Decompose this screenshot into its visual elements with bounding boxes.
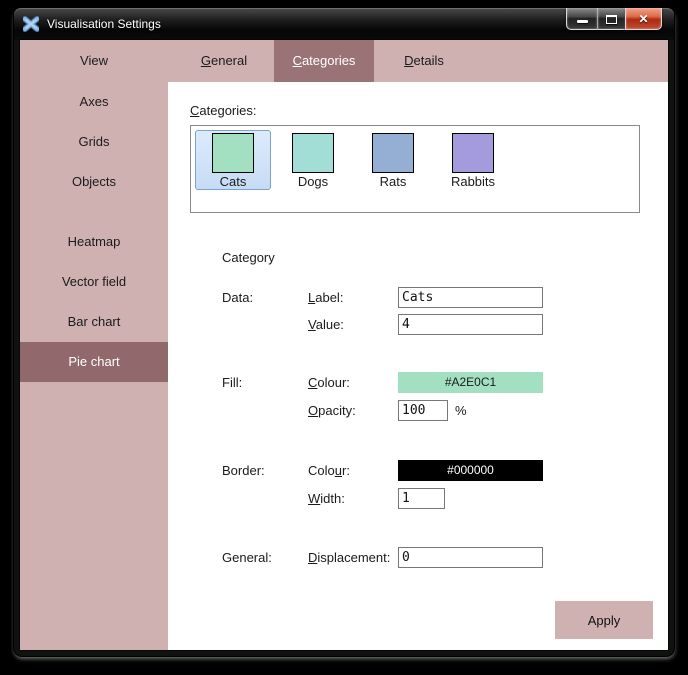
fill-colour-label: Colour: — [308, 372, 350, 393]
displacement-input[interactable] — [398, 547, 543, 568]
displacement-field-label: Displacement: — [308, 547, 390, 568]
maximize-button[interactable] — [598, 8, 625, 30]
tab-categories[interactable]: Categories — [274, 40, 374, 82]
sidebar-item-vector-field[interactable]: Vector field — [20, 262, 168, 302]
category-item-label: Rats — [380, 174, 407, 189]
category-swatch — [452, 133, 494, 173]
label-field-label: Label: — [308, 287, 343, 308]
window-title: Visualisation Settings — [47, 17, 161, 31]
app-icon[interactable] — [23, 16, 39, 32]
apply-button[interactable]: Apply — [555, 601, 653, 639]
category-item-label: Dogs — [298, 174, 328, 189]
category-item-rabbits[interactable]: Rabbits — [435, 130, 511, 190]
close-button[interactable]: ✕ — [625, 8, 662, 30]
label-input[interactable] — [398, 287, 543, 308]
fill-group-label: Fill: — [222, 372, 242, 393]
category-swatch — [372, 133, 414, 173]
category-item-dogs[interactable]: Dogs — [275, 130, 351, 190]
category-item-cats[interactable]: Cats — [195, 130, 271, 190]
sidebar: AxesGridsObjects HeatmapVector fieldBar c… — [20, 82, 168, 650]
tab-details[interactable]: Details — [374, 40, 474, 82]
minimize-button[interactable] — [566, 8, 598, 30]
maximize-icon — [606, 15, 617, 24]
dialog-client-area: ViewGeneralCategoriesDetails AxesGridsOb… — [20, 40, 668, 650]
value-input[interactable] — [398, 314, 543, 335]
opacity-field-label: Opacity: — [308, 400, 356, 421]
sidebar-item-bar-chart[interactable]: Bar chart — [20, 302, 168, 342]
close-icon: ✕ — [638, 13, 648, 25]
fill-colour-button[interactable]: #A2E0C1 — [398, 372, 543, 393]
tab-bar: ViewGeneralCategoriesDetails — [20, 40, 668, 82]
category-swatch — [212, 133, 254, 173]
category-item-rats[interactable]: Rats — [355, 130, 431, 190]
window: Visualisation Settings ✕ ViewGeneralCate… — [14, 8, 674, 656]
categories-label: Categories: — [190, 103, 256, 118]
minimize-icon — [577, 20, 588, 23]
data-group-label: Data: — [222, 287, 253, 308]
general-group-label: General: — [222, 547, 272, 568]
border-colour-label: Colour: — [308, 460, 350, 481]
opacity-unit-label: % — [455, 400, 467, 421]
border-group-label: Border: — [222, 460, 265, 481]
caption-buttons: ✕ — [566, 8, 662, 30]
width-field-label: Width: — [308, 488, 345, 509]
tab-general[interactable]: General — [174, 40, 274, 82]
sidebar-item-objects[interactable]: Objects — [20, 162, 168, 202]
opacity-input[interactable] — [398, 400, 448, 421]
sidebar-item-heatmap[interactable]: Heatmap — [20, 222, 168, 262]
content-pane: Categories: Cats Dogs Rats Rabbits Category… — [168, 82, 668, 650]
sidebar-item-grids[interactable]: Grids — [20, 122, 168, 162]
category-item-label: Rabbits — [451, 174, 495, 189]
sidebar-item-axes[interactable]: Axes — [20, 82, 168, 122]
tab-view[interactable]: View — [20, 40, 168, 82]
category-item-label: Cats — [220, 174, 247, 189]
sidebar-item-pie-chart[interactable]: Pie chart — [20, 342, 168, 382]
value-field-label: Value: — [308, 314, 344, 335]
category-heading: Category — [222, 250, 275, 265]
width-input[interactable] — [398, 488, 445, 509]
categories-listbox[interactable]: Cats Dogs Rats Rabbits — [190, 125, 640, 213]
category-swatch — [292, 133, 334, 173]
border-colour-button[interactable]: #000000 — [398, 460, 543, 481]
